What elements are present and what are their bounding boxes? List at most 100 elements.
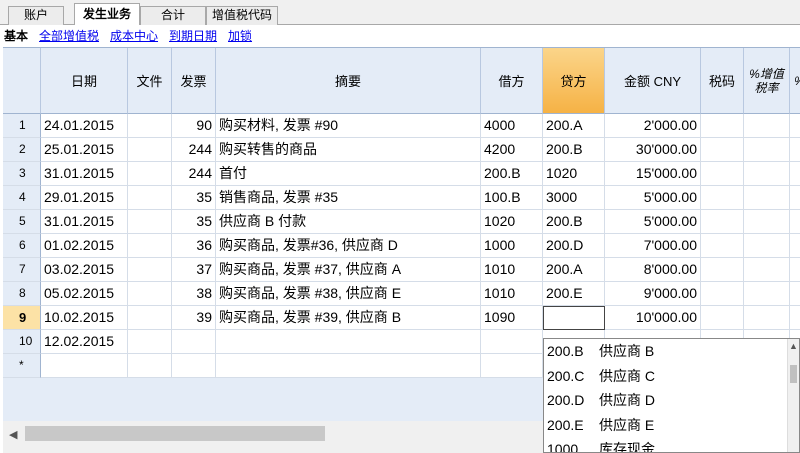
cell-debit[interactable]: 100.B <box>481 186 543 210</box>
table-row[interactable]: 7 03.02.2015 37 购买商品, 发票 #37, 供应商 A 1010 200.… <box>3 258 800 282</box>
cell-invoice[interactable]: 35 <box>172 210 216 234</box>
cell-desc[interactable]: 购买商品, 发票 #38, 供应商 E <box>216 282 481 306</box>
scroll-thumb[interactable] <box>25 426 325 441</box>
table-row[interactable]: 2 25.01.2015 244 购买转售的商品 4200 200.B 30'000.00 <box>3 138 800 162</box>
cell-vatpct[interactable] <box>744 282 790 306</box>
cell-vatpct[interactable] <box>744 138 790 162</box>
tab-2[interactable]: 合计 <box>140 6 206 25</box>
cell-doc[interactable] <box>128 282 172 306</box>
cell-credit[interactable]: 200.A <box>543 258 605 282</box>
dropdown-option[interactable]: 200.D 供应商 D <box>544 388 792 413</box>
cell-date[interactable]: 12.02.2015 <box>41 330 128 354</box>
view-link-3[interactable]: 到期日期 <box>169 25 217 47</box>
column-header-document[interactable]: 文件 <box>128 48 172 114</box>
cell-doc[interactable] <box>128 330 172 354</box>
cell-date[interactable]: 31.01.2015 <box>41 210 128 234</box>
cell-credit[interactable]: 200.B <box>543 210 605 234</box>
cell-invoice[interactable]: 90 <box>172 114 216 138</box>
cell-doc[interactable] <box>128 354 172 378</box>
column-header-percent[interactable]: % <box>790 48 800 114</box>
cell-date[interactable]: 31.01.2015 <box>41 162 128 186</box>
tab-3[interactable]: 增值税代码 <box>206 6 278 25</box>
table-row[interactable]: 6 01.02.2015 36 购买商品, 发票#36, 供应商 D 1000 200.D… <box>3 234 800 258</box>
cell-doc[interactable] <box>128 234 172 258</box>
horizontal-scrollbar[interactable]: ◀ <box>3 421 543 453</box>
cell-invoice[interactable]: 39 <box>172 306 216 330</box>
column-header-amount[interactable]: 金额 CNY <box>605 48 701 114</box>
cell-invoice[interactable]: 35 <box>172 186 216 210</box>
cell-vatcode[interactable] <box>701 306 744 330</box>
cell-date[interactable]: 24.01.2015 <box>41 114 128 138</box>
view-link-4[interactable]: 加锁 <box>228 25 252 47</box>
cell-amount[interactable]: 5'000.00 <box>605 186 701 210</box>
cell-vatcode[interactable] <box>701 282 744 306</box>
cell-invoice[interactable]: 38 <box>172 282 216 306</box>
cell-amount[interactable]: 30'000.00 <box>605 138 701 162</box>
cell-amount[interactable]: 15'000.00 <box>605 162 701 186</box>
cell-pct[interactable] <box>790 114 800 138</box>
cell-desc[interactable]: 销售商品, 发票 #35 <box>216 186 481 210</box>
cell-amount[interactable]: 7'000.00 <box>605 234 701 258</box>
column-header-description[interactable]: 摘要 <box>216 48 481 114</box>
cell-amount[interactable]: 5'000.00 <box>605 210 701 234</box>
cell-credit[interactable]: 200.E <box>543 282 605 306</box>
table-row[interactable]: 9 10.02.2015 39 购买商品, 发票 #39, 供应商 B 1090 10'0… <box>3 306 800 330</box>
view-link-2[interactable]: 成本中心 <box>110 25 158 47</box>
dropdown-option[interactable]: 1000 库存现金 <box>544 437 792 452</box>
cell-debit[interactable] <box>481 330 543 354</box>
cell-doc[interactable] <box>128 186 172 210</box>
cell-pct[interactable] <box>790 210 800 234</box>
cell-vatpct[interactable] <box>744 306 790 330</box>
table-row[interactable]: 1 24.01.2015 90 购买材料, 发票 #90 4000 200.A 2'000.… <box>3 114 800 138</box>
dropdown-option[interactable]: 200.C 供应商 C <box>544 364 792 389</box>
cell-vatpct[interactable] <box>744 258 790 282</box>
cell-vatcode[interactable] <box>701 210 744 234</box>
cell-doc[interactable] <box>128 138 172 162</box>
cell-invoice[interactable] <box>172 354 216 378</box>
cell-desc[interactable]: 购买商品, 发票 #37, 供应商 A <box>216 258 481 282</box>
cell-desc[interactable]: 购买商品, 发票 #39, 供应商 B <box>216 306 481 330</box>
cell-date[interactable]: 10.02.2015 <box>41 306 128 330</box>
cell-desc[interactable]: 供应商 B 付款 <box>216 210 481 234</box>
table-row[interactable]: 5 31.01.2015 35 供应商 B 付款 1020 200.B 5'000.00 <box>3 210 800 234</box>
cell-vatpct[interactable] <box>744 210 790 234</box>
cell-doc[interactable] <box>128 258 172 282</box>
cell-desc[interactable]: 购买转售的商品 <box>216 138 481 162</box>
column-header-debit[interactable]: 借方 <box>481 48 543 114</box>
cell-doc[interactable] <box>128 210 172 234</box>
cell-debit[interactable] <box>481 354 543 378</box>
cell-amount[interactable]: 9'000.00 <box>605 282 701 306</box>
cell-pct[interactable] <box>790 306 800 330</box>
cell-credit[interactable]: 200.D <box>543 234 605 258</box>
column-header-credit[interactable]: 贷方 <box>543 48 605 114</box>
cell-debit[interactable]: 1010 <box>481 258 543 282</box>
cell-vatpct[interactable] <box>744 234 790 258</box>
cell-desc[interactable]: 购买材料, 发票 #90 <box>216 114 481 138</box>
cell-vatpct[interactable] <box>744 186 790 210</box>
cell-vatcode[interactable] <box>701 138 744 162</box>
cell-credit[interactable] <box>543 306 605 330</box>
cell-pct[interactable] <box>790 186 800 210</box>
cell-invoice[interactable]: 244 <box>172 138 216 162</box>
cell-vatcode[interactable] <box>701 186 744 210</box>
scroll-left-icon[interactable]: ◀ <box>9 428 17 441</box>
cell-date[interactable]: 03.02.2015 <box>41 258 128 282</box>
dropdown-option[interactable]: 200.B 供应商 B <box>544 339 792 364</box>
cell-debit[interactable]: 1090 <box>481 306 543 330</box>
cell-amount[interactable]: 10'000.00 <box>605 306 701 330</box>
column-header-vat-rate[interactable]: %增值 税率 <box>744 48 790 114</box>
cell-debit[interactable]: 4000 <box>481 114 543 138</box>
dropdown-option[interactable]: 200.E 供应商 E <box>544 413 792 438</box>
column-header-date[interactable]: 日期 <box>41 48 128 114</box>
cell-pct[interactable] <box>790 138 800 162</box>
cell-vatcode[interactable] <box>701 234 744 258</box>
cell-doc[interactable] <box>128 114 172 138</box>
view-link-1[interactable]: 全部增值税 <box>39 25 99 47</box>
cell-pct[interactable] <box>790 282 800 306</box>
cell-date[interactable]: 05.02.2015 <box>41 282 128 306</box>
cell-pct[interactable] <box>790 234 800 258</box>
cell-vatcode[interactable] <box>701 114 744 138</box>
column-header-vat-code[interactable]: 税码 <box>701 48 744 114</box>
cell-pct[interactable] <box>790 162 800 186</box>
cell-invoice[interactable]: 37 <box>172 258 216 282</box>
